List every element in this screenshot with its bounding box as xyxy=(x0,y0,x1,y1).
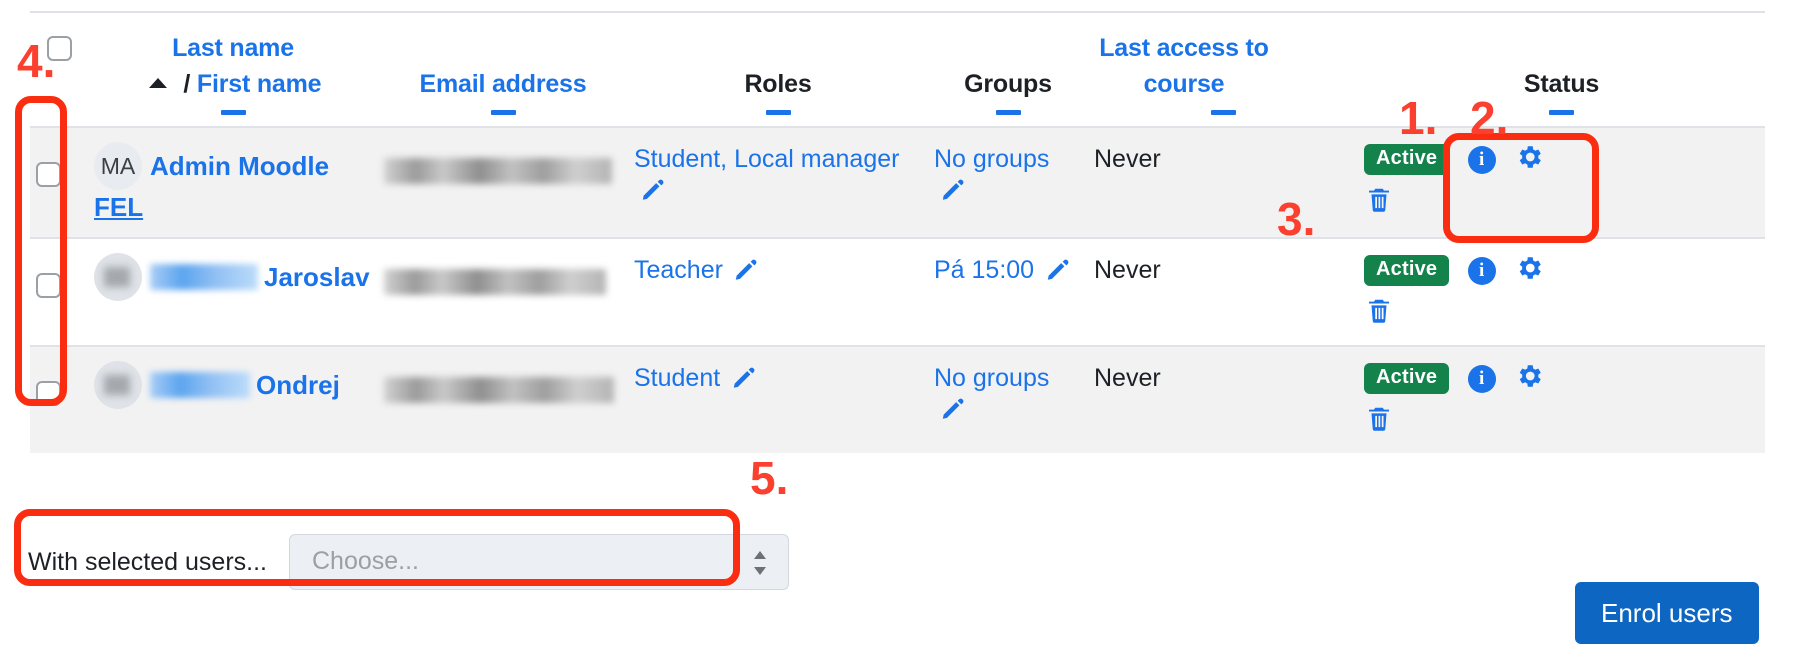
roles-cell: Student xyxy=(628,345,928,453)
groups-header-label: Groups xyxy=(964,70,1052,98)
user-enrolment-page: Last name / First name Email address Rol… xyxy=(0,0,1800,671)
annotation-label-1: 1. xyxy=(1399,92,1438,144)
row-select-cell xyxy=(30,237,88,346)
last-access-cell: Never xyxy=(1088,237,1358,346)
pencil-icon[interactable] xyxy=(733,256,759,287)
email-cell xyxy=(378,345,628,453)
info-icon[interactable]: i xyxy=(1467,256,1496,285)
roles-link[interactable]: Student xyxy=(634,364,720,392)
annotation-label-4: 4. xyxy=(17,35,56,87)
roles-link[interactable]: Teacher xyxy=(634,256,723,284)
pencil-icon[interactable] xyxy=(640,176,666,207)
groups-cell: Pá 15:00 xyxy=(928,237,1088,346)
annotation-label-3: 3. xyxy=(1277,193,1316,245)
status-cell: Active i xyxy=(1358,237,1765,346)
name-separator: / xyxy=(183,70,191,98)
avatar xyxy=(94,361,142,409)
groups-column-collapse-toggle[interactable] xyxy=(995,110,1021,115)
row-select-cell xyxy=(30,345,88,453)
gear-icon[interactable] xyxy=(1514,253,1544,288)
name-column-collapse-toggle[interactable] xyxy=(220,110,246,115)
info-icon[interactable]: i xyxy=(1467,364,1496,393)
groups-cell: No groups xyxy=(928,126,1088,238)
pencil-icon[interactable] xyxy=(940,395,966,426)
bulk-action-select[interactable]: Choose... xyxy=(288,534,789,590)
redacted-last-name xyxy=(150,264,258,290)
roles-header-label: Roles xyxy=(744,70,812,98)
groups-link[interactable]: No groups xyxy=(934,364,1049,392)
header-email: Email address xyxy=(378,16,628,127)
user-profile-link[interactable]: Ondrej xyxy=(256,370,340,400)
sort-ascending-icon[interactable] xyxy=(148,77,167,88)
top-divider xyxy=(30,11,1765,13)
redacted-email xyxy=(384,269,606,295)
header-roles: Roles xyxy=(628,16,928,127)
user-name-cell: MA Admin Moodle FEL xyxy=(88,126,378,238)
trash-icon[interactable] xyxy=(1364,185,1394,220)
row-checkbox[interactable] xyxy=(36,273,61,298)
header-groups: Groups xyxy=(928,16,1088,127)
roles-cell: Teacher xyxy=(628,237,928,346)
row-checkbox[interactable] xyxy=(36,381,61,406)
groups-link[interactable]: Pá 15:00 xyxy=(934,256,1034,284)
table-row: Jaroslav Teacher Pá 15:00 Never Active i xyxy=(30,237,1765,346)
email-cell xyxy=(378,237,628,346)
email-column-collapse-toggle[interactable] xyxy=(490,110,516,115)
redacted-email xyxy=(384,377,614,403)
gear-icon[interactable] xyxy=(1514,361,1544,396)
last-access-cell: Never xyxy=(1088,345,1358,453)
user-name-cell: Jaroslav xyxy=(88,237,378,346)
email-cell xyxy=(378,126,628,238)
header-last-access: Last access to course xyxy=(1088,16,1358,127)
last-access-value: Never xyxy=(1094,256,1161,284)
info-icon[interactable]: i xyxy=(1467,145,1496,174)
pencil-icon[interactable] xyxy=(940,176,966,207)
up-down-chevron-icon[interactable] xyxy=(752,549,768,577)
annotation-label-5: 5. xyxy=(750,452,789,504)
last-access-value: Never xyxy=(1094,145,1161,173)
status-badge: Active xyxy=(1364,363,1450,394)
last-access-value: Never xyxy=(1094,364,1161,392)
status-column-collapse-toggle[interactable] xyxy=(1549,110,1574,115)
pencil-icon[interactable] xyxy=(731,364,757,395)
trash-icon[interactable] xyxy=(1364,404,1394,439)
enrolled-users-table: Last name / First name Email address Rol… xyxy=(30,16,1765,453)
user-profile-link[interactable]: Jaroslav xyxy=(264,262,370,292)
sort-by-first-name-link[interactable]: First name xyxy=(197,70,322,98)
roles-link[interactable]: Student, Local manager xyxy=(634,145,899,173)
annotation-label-2: 2. xyxy=(1470,92,1509,144)
groups-link[interactable]: No groups xyxy=(934,145,1049,173)
bulk-action-label: With selected users... xyxy=(28,548,267,576)
row-checkbox[interactable] xyxy=(36,162,61,187)
gear-icon[interactable] xyxy=(1514,142,1544,177)
enrol-users-button[interactable]: Enrol users xyxy=(1575,582,1759,644)
pencil-icon[interactable] xyxy=(1045,256,1071,287)
roles-column-collapse-toggle[interactable] xyxy=(765,110,791,115)
table-row: Ondrej Student No groups Never Active i xyxy=(30,345,1765,453)
status-header-label: Status xyxy=(1523,70,1600,98)
trash-icon[interactable] xyxy=(1364,296,1394,331)
avatar xyxy=(94,253,142,301)
status-badge: Active xyxy=(1364,144,1450,175)
bulk-action-placeholder: Choose... xyxy=(311,547,419,575)
status-cell: Active i xyxy=(1358,345,1765,453)
user-profile-link[interactable]: Admin Moodle xyxy=(150,151,329,181)
header-name: Last name / First name xyxy=(88,16,378,127)
redacted-last-name xyxy=(150,372,250,398)
bulk-action-bar: With selected users... Choose... xyxy=(28,534,789,590)
sort-by-last-access-link[interactable]: Last access to course xyxy=(1099,34,1269,98)
last-access-column-collapse-toggle[interactable] xyxy=(1210,110,1236,115)
status-badge: Active xyxy=(1364,255,1450,286)
last-access-cell: Never xyxy=(1088,126,1358,238)
redacted-email xyxy=(384,158,612,184)
sort-by-last-name-link[interactable]: Last name xyxy=(172,34,294,62)
row-select-cell xyxy=(30,126,88,238)
sort-by-email-link[interactable]: Email address xyxy=(420,70,587,98)
roles-cell: Student, Local manager xyxy=(628,126,928,238)
user-name-cell: Ondrej xyxy=(88,345,378,453)
groups-cell: No groups xyxy=(928,345,1088,453)
user-profile-link-line2[interactable]: FEL xyxy=(94,192,372,223)
avatar: MA xyxy=(94,142,142,190)
